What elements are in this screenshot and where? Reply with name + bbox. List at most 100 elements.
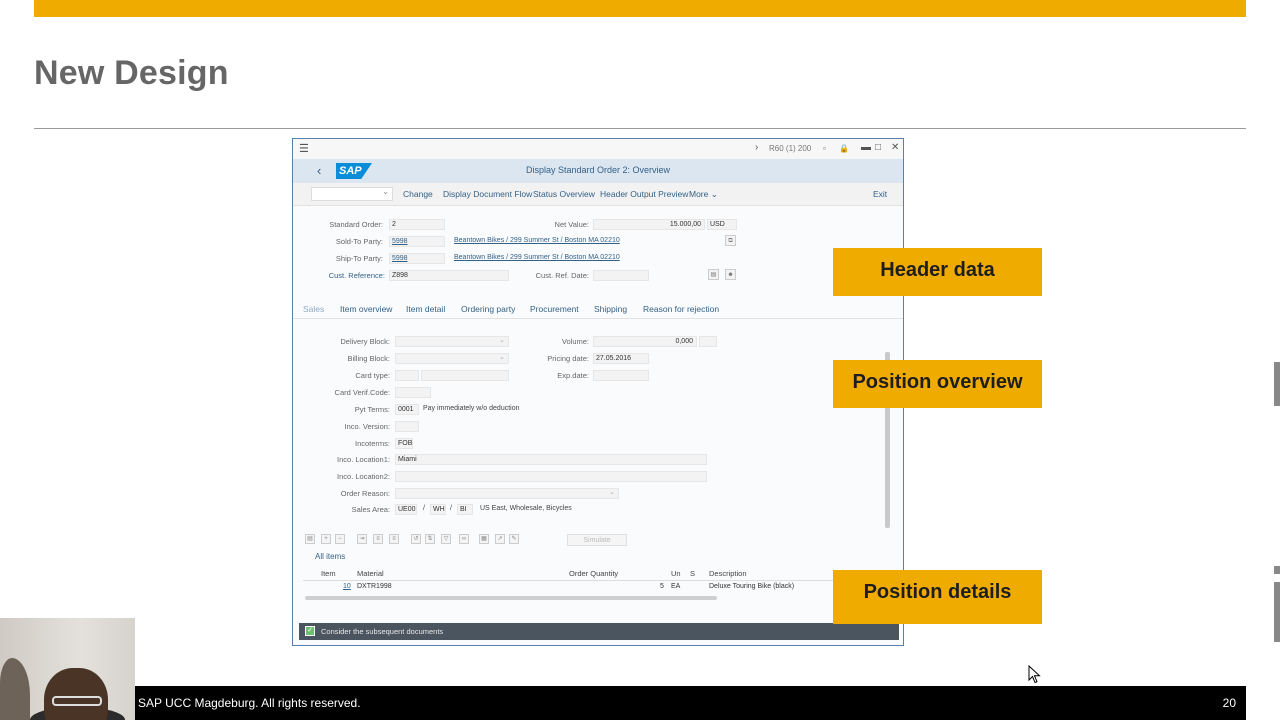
card-verif-code-field[interactable] bbox=[395, 387, 431, 398]
variant-dropdown[interactable]: ⌄ bbox=[311, 187, 393, 201]
billing-block-select[interactable]: ⌄ bbox=[395, 353, 509, 364]
undo-icon[interactable]: ↺ bbox=[411, 534, 421, 544]
ship-to-party-description[interactable]: Beantown Bikes / 299 Summer St / Boston … bbox=[454, 254, 620, 261]
slide-footer: SAP UCC Magdeburg. All rights reserved. … bbox=[0, 686, 1246, 720]
column-description[interactable]: Description bbox=[709, 569, 747, 578]
column-status[interactable]: S bbox=[690, 569, 695, 578]
table-row[interactable]: 10 DXTR1998 5 EA Deluxe Touring Bike (bl… bbox=[303, 582, 883, 594]
ship-to-party-field[interactable]: 5998 bbox=[389, 253, 445, 264]
tab-item-detail[interactable]: Item detail bbox=[406, 304, 445, 314]
currency-field[interactable]: USD bbox=[707, 219, 737, 230]
copy-icon[interactable]: ⧉ bbox=[725, 235, 736, 246]
edit-icon[interactable]: ✎ bbox=[509, 534, 519, 544]
pyt-terms-field[interactable]: 0001 bbox=[395, 404, 419, 415]
column-material[interactable]: Material bbox=[357, 569, 384, 578]
tab-item-overview[interactable]: Item overview bbox=[340, 304, 392, 314]
add-icon[interactable]: + bbox=[321, 534, 331, 544]
pyt-terms-description: Pay immediately w/o deduction bbox=[423, 405, 520, 412]
simulate-button[interactable]: Simulate bbox=[567, 534, 627, 546]
tab-procurement[interactable]: Procurement bbox=[530, 304, 579, 314]
insert-row-icon[interactable]: ⇥ bbox=[357, 534, 367, 544]
inco-location2-label: Inco. Location2: bbox=[337, 472, 390, 481]
division-field[interactable]: BI bbox=[457, 504, 473, 515]
volume-unit-field[interactable] bbox=[699, 336, 717, 347]
item-unit[interactable]: EA bbox=[671, 583, 680, 590]
column-order-quantity[interactable]: Order Quantity bbox=[569, 569, 618, 578]
success-check-icon: ✓ bbox=[305, 626, 315, 636]
customize-icon[interactable]: ▫ bbox=[823, 144, 826, 153]
display-document-flow-button[interactable]: Display Document Flow bbox=[443, 189, 532, 199]
net-value-field[interactable]: 15.000,00 bbox=[593, 219, 705, 230]
application-toolbar: ⌄ Change Display Document Flow Status Ov… bbox=[293, 183, 903, 206]
more-menu-button[interactable]: More ⌄ bbox=[689, 189, 718, 200]
tab-strip: Sales Item overview Item detail Ordering… bbox=[293, 300, 903, 319]
exp-date-field[interactable] bbox=[593, 370, 649, 381]
delivery-block-label: Delivery Block: bbox=[340, 337, 390, 346]
sales-org-field[interactable]: UE00 bbox=[395, 504, 417, 515]
cust-ref-date-field[interactable] bbox=[593, 270, 649, 281]
sales-area-label: Sales Area: bbox=[351, 505, 390, 514]
item-number[interactable]: 10 bbox=[343, 583, 351, 590]
export-icon[interactable]: ↗ bbox=[495, 534, 505, 544]
pricing-date-field[interactable]: 27.05.2016 bbox=[593, 353, 649, 364]
chevron-right-icon[interactable]: › bbox=[755, 142, 758, 153]
tab-reason-for-rejection[interactable]: Reason for rejection bbox=[643, 304, 719, 314]
pyt-terms-label: Pyt Terms: bbox=[354, 405, 390, 414]
presenter-head bbox=[44, 668, 108, 720]
sold-to-party-description[interactable]: Beantown Bikes / 299 Summer St / Boston … bbox=[454, 237, 620, 244]
exit-button[interactable]: Exit bbox=[873, 189, 887, 199]
cust-reference-field[interactable]: Z898 bbox=[389, 270, 509, 281]
details-icon[interactable]: ▤ bbox=[305, 534, 315, 544]
incoterms-field[interactable]: FOB bbox=[395, 438, 413, 449]
minimize-icon[interactable]: ▬ bbox=[861, 142, 871, 153]
delete-icon[interactable]: − bbox=[335, 534, 345, 544]
table-settings-icon[interactable]: ▦ bbox=[479, 534, 489, 544]
item-material[interactable]: DXTR1998 bbox=[357, 583, 392, 590]
close-icon[interactable]: ✕ bbox=[891, 142, 899, 153]
ship-to-party-label: Ship-To Party: bbox=[335, 254, 383, 263]
item-quantity[interactable]: 5 bbox=[660, 583, 664, 590]
tab-ordering-party[interactable]: Ordering party bbox=[461, 304, 515, 314]
sold-to-party-value[interactable]: 5998 bbox=[392, 238, 408, 245]
volume-field[interactable]: 0,000 bbox=[593, 336, 697, 347]
standard-order-field[interactable]: 2 bbox=[389, 219, 445, 230]
column-item[interactable]: Item bbox=[321, 569, 336, 578]
tab-shipping[interactable]: Shipping bbox=[594, 304, 627, 314]
column-unit[interactable]: Un bbox=[671, 569, 681, 578]
person-icon[interactable]: ☻ bbox=[725, 269, 736, 280]
status-overview-button[interactable]: Status Overview bbox=[533, 189, 595, 199]
inco-location2-field[interactable] bbox=[395, 471, 707, 482]
filter-icon[interactable]: ▽ bbox=[441, 534, 451, 544]
card-type-field[interactable] bbox=[395, 370, 419, 381]
ship-to-party-value[interactable]: 5998 bbox=[392, 255, 408, 262]
tab-sales[interactable]: Sales bbox=[303, 304, 324, 314]
document-icon[interactable]: ▤ bbox=[708, 269, 719, 280]
chevron-down-icon: ⌄ bbox=[609, 489, 615, 496]
incoterms-label: Incoterms: bbox=[354, 439, 390, 448]
maximize-icon[interactable]: □ bbox=[875, 142, 881, 153]
exp-date-label: Exp.date: bbox=[557, 371, 589, 380]
link-icon[interactable]: ∞ bbox=[459, 534, 469, 544]
checklist-icon[interactable]: ≡ bbox=[389, 534, 399, 544]
horizontal-scrollbar[interactable] bbox=[305, 596, 717, 600]
list-icon[interactable]: ≡ bbox=[373, 534, 383, 544]
sort-icon[interactable]: ⇅ bbox=[425, 534, 435, 544]
system-info: R60 (1) 200 bbox=[769, 144, 812, 153]
sold-to-party-field[interactable]: 5998 bbox=[389, 236, 445, 247]
delivery-block-select[interactable]: ⌄ bbox=[395, 336, 509, 347]
inco-version-field[interactable] bbox=[395, 421, 419, 432]
distribution-channel-field[interactable]: WH bbox=[430, 504, 446, 515]
change-button[interactable]: Change bbox=[403, 189, 433, 199]
item-description[interactable]: Deluxe Touring Bike (black) bbox=[709, 583, 794, 590]
hamburger-menu-icon[interactable]: ☰ bbox=[299, 142, 309, 155]
page-number: 20 bbox=[1222, 696, 1236, 710]
billing-block-label: Billing Block: bbox=[347, 354, 390, 363]
more-label: More bbox=[689, 189, 709, 199]
header-output-preview-button[interactable]: Header Output Preview bbox=[600, 189, 688, 199]
status-message[interactable]: Consider the subsequent documents bbox=[321, 627, 443, 636]
order-reason-label: Order Reason: bbox=[340, 489, 390, 498]
order-reason-select[interactable]: ⌄ bbox=[395, 488, 619, 499]
card-number-field[interactable] bbox=[421, 370, 509, 381]
inco-location1-field[interactable]: Miami bbox=[395, 454, 707, 465]
lock-icon[interactable]: 🔒 bbox=[839, 144, 849, 153]
